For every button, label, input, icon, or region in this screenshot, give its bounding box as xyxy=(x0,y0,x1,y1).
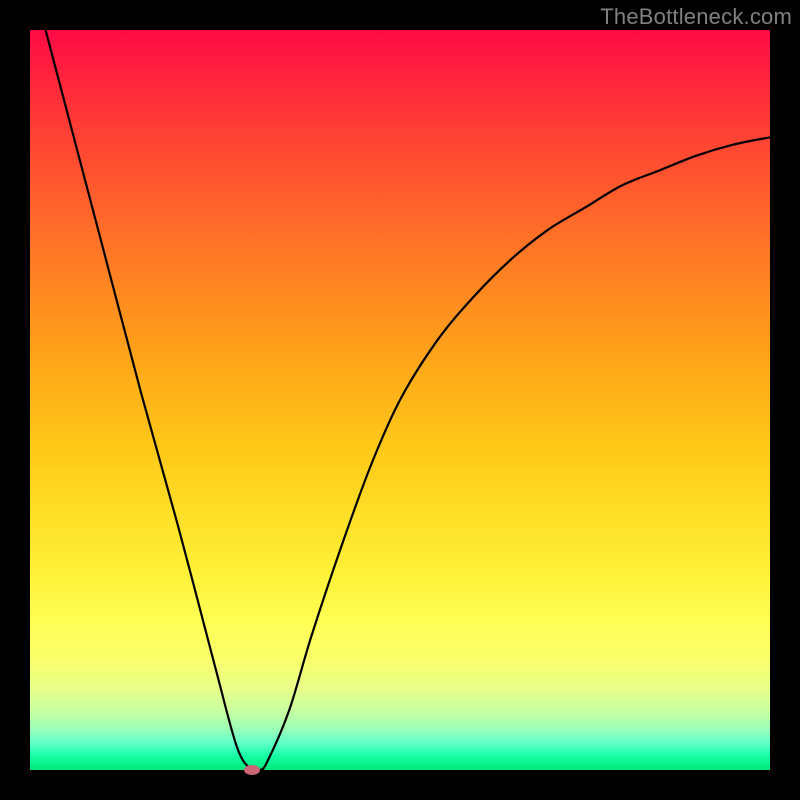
minimum-marker xyxy=(244,765,260,775)
plot-area xyxy=(30,30,770,770)
watermark-text: TheBottleneck.com xyxy=(600,4,792,30)
curve-svg xyxy=(30,30,770,770)
bottleneck-curve xyxy=(30,30,770,770)
chart-frame: TheBottleneck.com xyxy=(0,0,800,800)
